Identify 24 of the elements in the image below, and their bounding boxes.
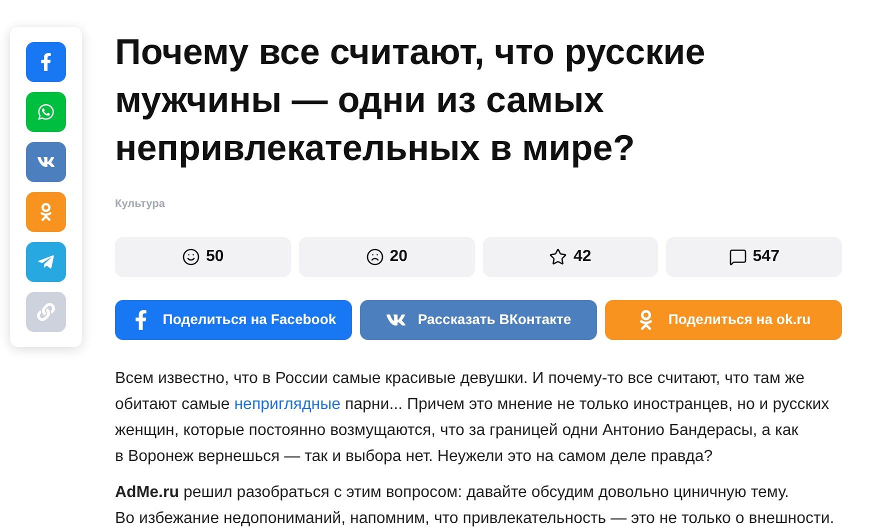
reaction-button[interactable]: 42 — [482, 236, 658, 276]
share-button[interactable] — [26, 192, 66, 232]
reaction-button[interactable]: 547 — [666, 236, 842, 276]
article-title: Почему все считают, что русские мужчины — одни из самых непривлекательных в мире? — [115, 30, 706, 170]
share-button[interactable] — [26, 92, 66, 132]
smile-icon — [182, 248, 200, 266]
paper-plane-icon — [37, 253, 55, 271]
article-text-line: AdMe.ru решил разобраться с этим вопросом: давайте обсудим довольно циничную тему. — [115, 482, 790, 502]
share-button[interactable] — [26, 42, 66, 82]
inline-link[interactable]: неприглядные — [234, 396, 341, 412]
share-button[interactable] — [26, 142, 66, 182]
category-label: Культура — [115, 197, 166, 212]
link-icon — [37, 303, 55, 321]
star-icon — [549, 248, 568, 266]
comment-icon — [728, 248, 747, 266]
reaction-button[interactable]: 20 — [298, 236, 474, 276]
reaction-button[interactable]: 50 — [115, 236, 291, 276]
frown-icon — [366, 248, 384, 266]
share-button[interactable]: Рассказать ВКонтакте — [360, 300, 597, 340]
article-text-line: Во избежание недопониманий, напомним, что привлекательность — это не только о внешности. — [115, 508, 836, 528]
whatsapp-icon — [37, 103, 55, 121]
share-button[interactable] — [26, 242, 66, 282]
share-button[interactable]: Поделиться на Facebook — [115, 300, 352, 340]
article-paragraph: Всем известно, что в России самые красивые девушки. И почему-то все считают, что там же обитают самые неприглядные парни... Причем это мнение не только иностранцев, но и русских женщин, которые постоянно возмущаются, что за границей одни Антонио Бандерасы, а как в Воронеж вернешься — так и выбора нет. Неужели это на самом деле правда? — [115, 368, 830, 466]
